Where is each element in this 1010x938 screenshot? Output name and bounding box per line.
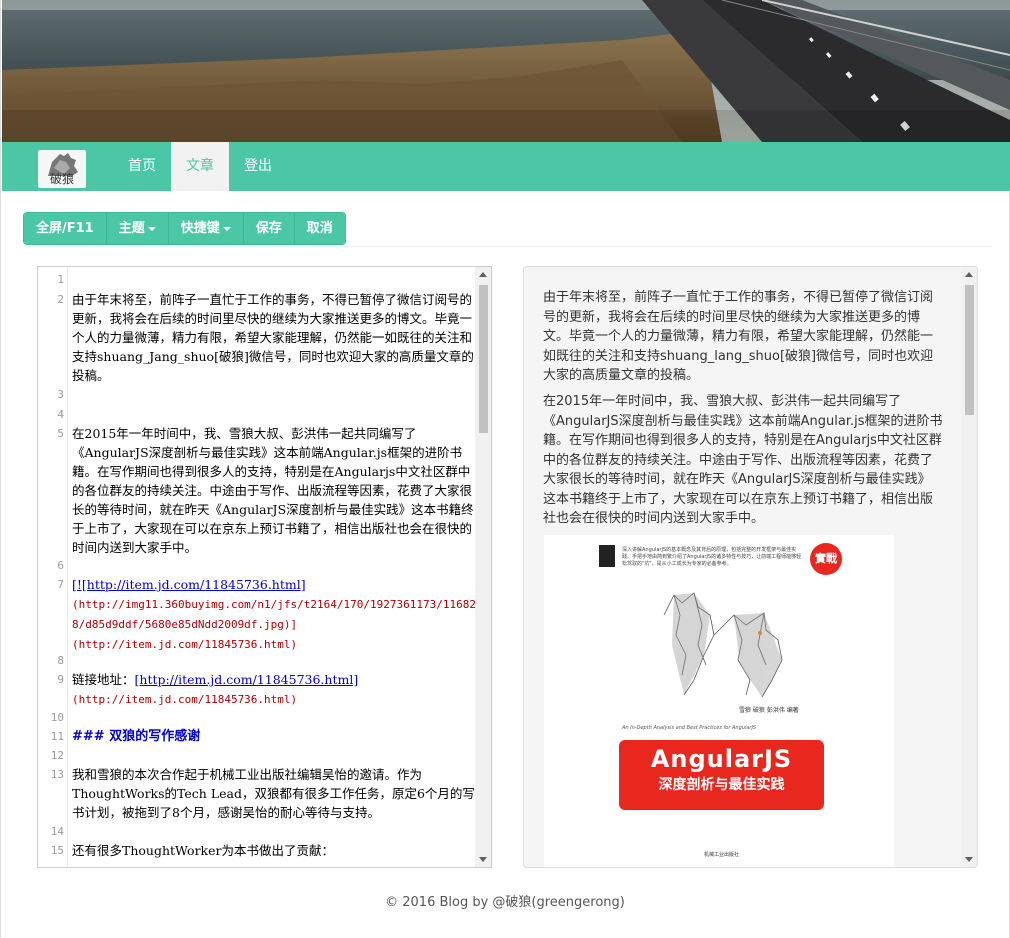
editor-scrollbar[interactable] (475, 267, 491, 867)
shortcuts-dropdown-button[interactable]: 快捷键 (168, 213, 244, 244)
markdown-link: [http://item.jd.com/11845736.html] (134, 672, 359, 687)
preview-paragraph: 由于年末将至，前阵子一直忙于工作的事务，不得已暂停了微信订阅号的更新，我将会在后… (543, 290, 934, 383)
markdown-heading: ### 双狼的写作感谢 (72, 729, 201, 744)
scroll-up-arrow-icon[interactable] (965, 272, 973, 277)
chevron-down-icon (147, 226, 156, 231)
markdown-preview: 由于年末将至，前阵子一直忙于工作的事务，不得已暂停了微信订阅号的更新，我将会在后… (523, 266, 978, 868)
markdown-url: (http://item.jd.com/11845736.html) (72, 638, 298, 651)
editor-line: 在2015年一年时间中，我、雪狼大叔、彭洪伟一起共同编写了《AngularJS深… (72, 426, 474, 555)
scroll-up-arrow-icon[interactable] (479, 272, 487, 277)
book-cover-image: 深入讲解AngularJS的基本概念及其背后的原理，包括完整的开发框架与最佳实践… (544, 535, 894, 867)
header-banner-image (2, 0, 1010, 142)
site-logo[interactable]: 破狼 (38, 150, 86, 188)
line-number-gutter: 1 2 3 4 5 6 7 8 9 10 11 12 13 14 15 (38, 267, 68, 867)
scroll-down-arrow-icon[interactable] (965, 857, 973, 862)
line-number: 6 (57, 559, 64, 572)
book-publisher: 机械工业出版社 (704, 852, 740, 858)
line-number: 7 (57, 578, 64, 591)
markdown-url: (http://img11.360buyimg.com/n1/jfs/t2164… (72, 598, 476, 631)
scrollbar-thumb[interactable] (965, 285, 974, 415)
editor-line: 链接地址：[http://item.jd.com/11845736.html] … (72, 670, 476, 709)
book-authors: 雪狼 破狼 彭洪伟 编著 (739, 707, 799, 714)
editor-line: [![http://item.jd.com/11845736.html] (ht… (72, 575, 476, 654)
book-badge: 實戰 (810, 543, 842, 575)
top-navbar: 破狼 首页 文章 登出 (2, 142, 1010, 191)
link-prefix: 链接地址： (72, 672, 135, 687)
line-number: 11 (50, 730, 64, 743)
editor-line: 由于年末将至，前阵子一直忙于工作的事务，不得已暂停了微信订阅号的更新，我将会在后… (72, 292, 474, 383)
line-number: 9 (57, 673, 64, 686)
line-number: 14 (50, 825, 64, 838)
shortcuts-label: 快捷键 (180, 221, 220, 236)
wolves-illustration-icon (663, 592, 783, 698)
scroll-down-arrow-icon[interactable] (479, 857, 487, 862)
cancel-button[interactable]: 取消 (294, 213, 345, 244)
preview-paragraph: 在2015年一年时间中，我、雪狼大叔、彭洪伟一起共同编写了《AngularJS深… (543, 394, 943, 526)
nav-item-logout[interactable]: 登出 (229, 142, 287, 191)
line-number: 15 (50, 844, 64, 857)
book-title-block: AngularJS 深度剖析与最佳实践 (619, 740, 824, 810)
editor-line: 我和雪狼的本次合作起于机械工业出版社编辑吴怡的邀请。作为ThoughtWorks… (72, 767, 475, 820)
scrollbar-thumb[interactable] (479, 285, 488, 433)
nav-item-home[interactable]: 首页 (114, 142, 170, 191)
logo-text: 破狼 (49, 172, 74, 186)
line-number: 1 (57, 273, 64, 286)
line-number: 12 (50, 749, 64, 762)
line-number: 3 (57, 388, 64, 401)
book-subtitle: 深度剖析与最佳实践 (658, 777, 785, 793)
line-number: 4 (57, 408, 64, 421)
theme-dropdown-button[interactable]: 主题 (106, 213, 169, 244)
toolbar-divider (23, 246, 991, 247)
book-title: AngularJS (650, 745, 793, 773)
chevron-down-icon (222, 226, 231, 231)
editor-line: 还有很多ThoughtWorker为本书做出了贡献： (72, 843, 334, 858)
markdown-link: [![http://item.jd.com/11845736.html] (72, 577, 306, 592)
theme-label: 主题 (118, 221, 145, 236)
publisher-logo-icon (599, 545, 615, 567)
line-number: 13 (50, 768, 64, 781)
page-footer: © 2016 Blog by @破狼(greengerong) (385, 895, 625, 910)
nav-item-article[interactable]: 文章 (171, 142, 229, 191)
book-blurb: 深入讲解AngularJS的基本概念及其背后的原理，包括完整的开发框架与最佳实践… (622, 547, 802, 567)
line-number: 2 (57, 293, 64, 306)
markdown-url: (http://item.jd.com/11845736.html) (72, 693, 298, 706)
preview-scrollbar[interactable] (961, 267, 977, 867)
line-number: 5 (57, 427, 64, 440)
line-number: 10 (50, 711, 64, 724)
landscape-road-illustration (2, 0, 1010, 142)
book-english-subtitle: An In-Depth Analysis and Best Practices … (622, 725, 757, 731)
fullscreen-button[interactable]: 全屏/F11 (24, 213, 107, 244)
line-number: 8 (57, 654, 64, 667)
editor-toolbar: 全屏/F11 主题 快捷键 保存 取消 (23, 212, 346, 245)
markdown-editor[interactable]: 1 2 3 4 5 6 7 8 9 10 11 12 13 14 15 由于年末… (37, 266, 492, 868)
save-button[interactable]: 保存 (243, 213, 295, 244)
